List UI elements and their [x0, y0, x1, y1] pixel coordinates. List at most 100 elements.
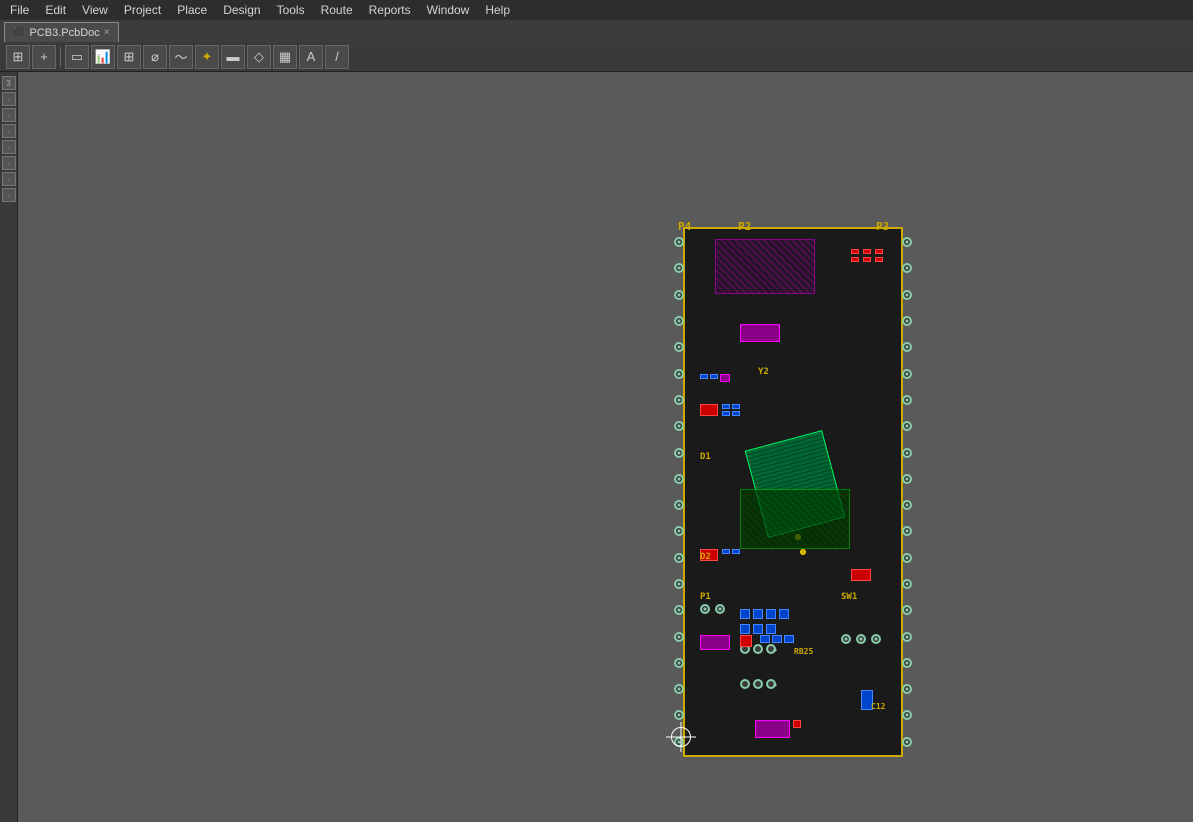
label-p3: P3 — [876, 220, 889, 233]
smd-b6 — [753, 624, 763, 634]
small-comps-top — [700, 374, 750, 399]
smd-red-5 — [863, 257, 871, 262]
yellow-pad-2 — [800, 549, 806, 555]
menu-design[interactable]: Design — [215, 1, 268, 19]
smd-row-1 — [740, 609, 810, 621]
menu-window[interactable]: Window — [419, 1, 478, 19]
canvas-area[interactable]: P4 P2 P3 Y2 D1 D2 P1 SW1 RB25 C12 — [18, 72, 1193, 822]
d1-pad3 — [722, 411, 730, 416]
label-p4: P4 — [678, 220, 691, 233]
filter-button[interactable]: ⊞ — [6, 45, 30, 69]
pcb-board — [683, 227, 903, 757]
th-pad-l20 — [674, 737, 684, 747]
bottom-red-1 — [740, 635, 752, 647]
th-pad-r10 — [902, 474, 912, 484]
smd-red-6 — [875, 257, 883, 262]
th-pad-l5 — [674, 342, 684, 352]
th-pad-l17 — [674, 658, 684, 668]
d2-pad1 — [722, 549, 730, 554]
th-pad-r20 — [902, 737, 912, 747]
th-pad-r12 — [902, 526, 912, 536]
usb-component — [755, 720, 790, 738]
left-panel-item-7[interactable]: · — [2, 172, 16, 186]
tab-pcb3[interactable]: ⬛ PCB3.PcbDoc × — [4, 22, 119, 42]
left-panel: 3 · · · · · · · — [0, 72, 18, 822]
star-button[interactable]: ✦ — [195, 45, 219, 69]
smd-b7 — [766, 624, 776, 634]
th-pad-r11 — [902, 500, 912, 510]
menu-edit[interactable]: Edit — [37, 1, 74, 19]
th-pad-l4 — [674, 316, 684, 326]
th-pad-r7 — [902, 395, 912, 405]
tab-close-button[interactable]: × — [104, 27, 110, 38]
poly-button[interactable]: ◇ — [247, 45, 271, 69]
bottom-purple-1 — [700, 635, 730, 650]
select-rect-button[interactable]: ▭ — [65, 45, 89, 69]
menu-view[interactable]: View — [74, 1, 116, 19]
th-pad-l14 — [674, 579, 684, 589]
smd-b3 — [766, 609, 776, 619]
th-pad-r18 — [902, 684, 912, 694]
label-d1: D1 — [700, 452, 711, 462]
th-pad-r19 — [902, 710, 912, 720]
pen-button[interactable]: / — [325, 45, 349, 69]
th-pad-l10 — [674, 474, 684, 484]
smd-red-4 — [851, 257, 859, 262]
grid-button[interactable]: ⊞ — [117, 45, 141, 69]
th-pad-r3 — [902, 290, 912, 300]
menu-file[interactable]: File — [2, 1, 37, 19]
text-button[interactable]: A — [299, 45, 323, 69]
menu-route[interactable]: Route — [313, 1, 361, 19]
d2-pad2 — [732, 549, 740, 554]
left-panel-item-4[interactable]: · — [2, 124, 16, 138]
label-p1: P1 — [700, 592, 711, 602]
menu-help[interactable]: Help — [477, 1, 518, 19]
menu-project[interactable]: Project — [116, 1, 169, 19]
smd-b1 — [740, 609, 750, 619]
p1-pad2 — [715, 604, 725, 614]
sw1-area — [846, 564, 886, 589]
add-button[interactable]: + — [32, 45, 56, 69]
tab-label: PCB3.PcbDoc — [29, 27, 99, 39]
bottom-blue-1 — [760, 635, 770, 643]
th-pad-l8 — [674, 421, 684, 431]
th-pad-l6 — [674, 369, 684, 379]
th-pad-r17 — [902, 658, 912, 668]
menu-tools[interactable]: Tools — [269, 1, 313, 19]
left-panel-item-3[interactable]: · — [2, 108, 16, 122]
smd-b2 — [753, 609, 763, 619]
th-pad-l18 — [674, 684, 684, 694]
pad-button[interactable]: ▬ — [221, 45, 245, 69]
th-pad-r13 — [902, 553, 912, 563]
smd-b5 — [740, 624, 750, 634]
th-pad-r8 — [902, 421, 912, 431]
th-pad-l12 — [674, 526, 684, 536]
smd-b4 — [779, 609, 789, 619]
left-panel-item-1[interactable]: 3 — [2, 76, 16, 90]
th-pad-l16 — [674, 632, 684, 642]
left-panel-item-5[interactable]: · — [2, 140, 16, 154]
wave-button[interactable]: 〜 — [169, 45, 193, 69]
bar-button[interactable]: ▦ — [273, 45, 297, 69]
pad-column-right — [901, 229, 913, 755]
route-button[interactable]: ⌀ — [143, 45, 167, 69]
pad-column-left — [673, 229, 685, 755]
label-c12: C12 — [871, 702, 885, 711]
p1-area — [695, 599, 745, 629]
d1-pad2 — [732, 404, 740, 409]
th-pad-r16 — [902, 632, 912, 642]
rb25-pad2 — [856, 634, 866, 644]
comp-blue-2 — [710, 374, 718, 379]
th-pad-r4 — [902, 316, 912, 326]
left-panel-item-6[interactable]: · — [2, 156, 16, 170]
rb25-pad3 — [871, 634, 881, 644]
menu-reports[interactable]: Reports — [361, 1, 419, 19]
menu-place[interactable]: Place — [169, 1, 215, 19]
th-pad-l1 — [674, 237, 684, 247]
left-panel-item-2[interactable]: · — [2, 92, 16, 106]
th-pad-l3 — [674, 290, 684, 300]
left-panel-item-8[interactable]: · — [2, 188, 16, 202]
toolbar-separator-1 — [60, 47, 61, 67]
chart-button[interactable]: 📊 — [91, 45, 115, 69]
th-pad-r5 — [902, 342, 912, 352]
